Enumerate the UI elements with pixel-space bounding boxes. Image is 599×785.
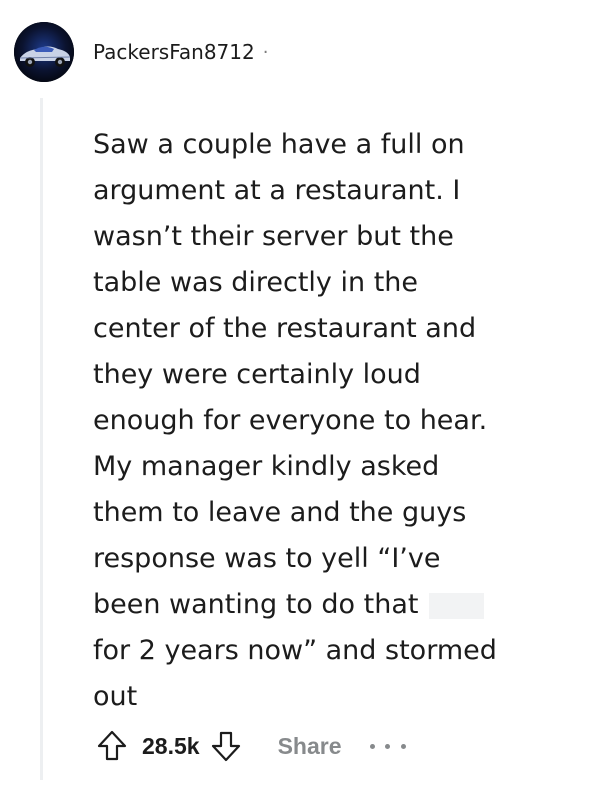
share-button[interactable]: Share: [278, 733, 342, 760]
comment-line: enough for everyone to hear.: [93, 405, 488, 436]
comment-line: Saw a couple have a full on: [93, 129, 465, 160]
comment-line: out: [93, 681, 138, 712]
comment-body: Saw a couple have a full on argument at …: [93, 122, 563, 720]
upvote-button[interactable]: [94, 726, 130, 766]
more-dot: [369, 743, 375, 749]
comment-line: My manager kindly asked: [93, 451, 440, 482]
car-avatar-icon: [14, 22, 74, 82]
downvote-button[interactable]: [208, 726, 244, 766]
more-options-icon[interactable]: [369, 736, 406, 756]
vote-score: 28.5k: [142, 732, 200, 759]
comment-line: argument at a restaurant. I: [93, 175, 461, 206]
comment-line-with-redaction: been wanting to do that: [93, 582, 563, 628]
comment-line: table was directly in the: [93, 267, 419, 298]
thread-line[interactable]: [40, 98, 43, 780]
comment-line: center of the restaurant and: [93, 313, 477, 344]
comment-line: for 2 years now” and stormed: [93, 635, 497, 666]
comment-line: been wanting to do that: [93, 589, 419, 620]
username[interactable]: PackersFan8712: [93, 40, 255, 64]
comment-actions: 28.5k Share: [94, 724, 406, 768]
upvote-arrow-icon: [97, 730, 127, 761]
comment-line: response was to yell “I’ve: [93, 543, 441, 574]
more-dot: [385, 743, 390, 749]
comment-line: them to leave and the guys: [93, 497, 467, 528]
redacted-block: [429, 592, 485, 619]
comment-header: PackersFan8712 ·: [14, 22, 268, 82]
avatar[interactable]: [14, 22, 74, 82]
more-dot: [400, 743, 406, 749]
comment-line: they were certainly loud: [93, 359, 421, 390]
comment-line: wasn’t their server but the: [93, 221, 454, 252]
separator-dot: ·: [262, 41, 269, 63]
downvote-arrow-icon: [211, 731, 240, 762]
